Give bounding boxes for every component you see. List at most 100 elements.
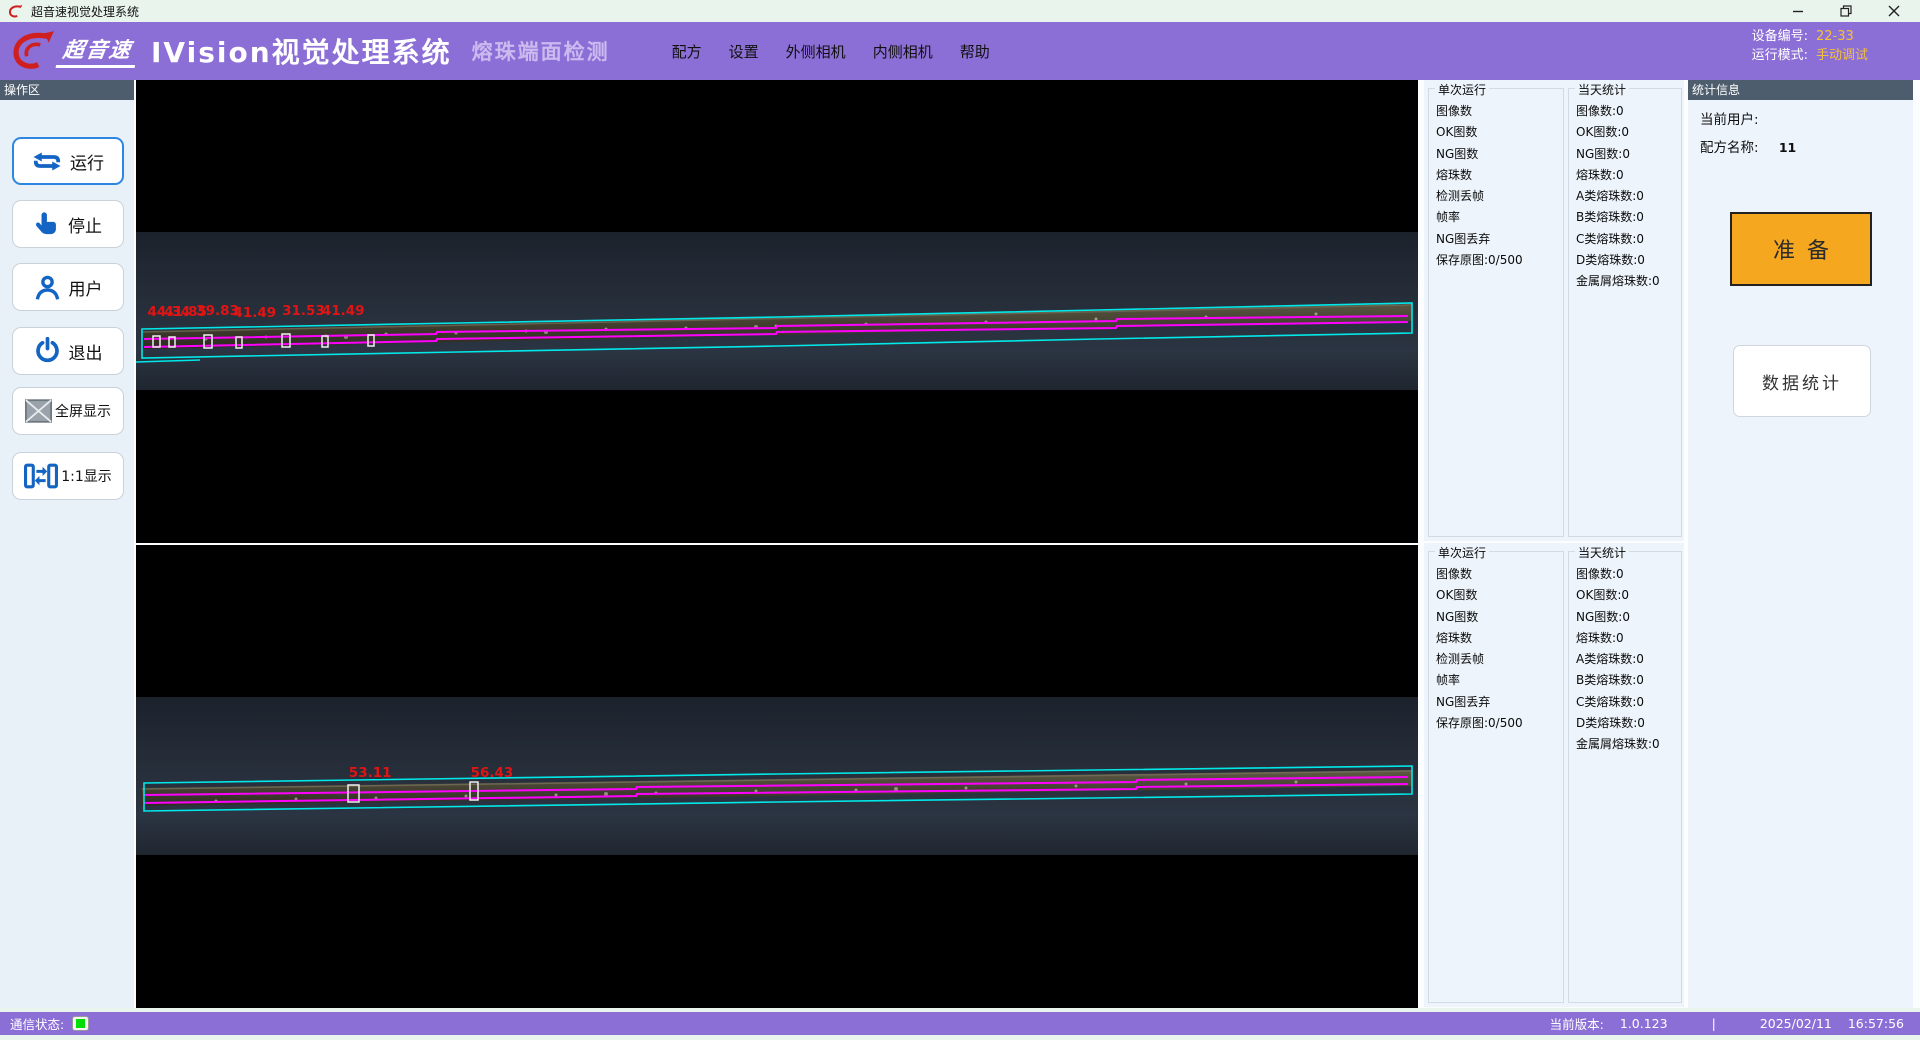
info-panel: 统计信息 当前用户: 配方名称: 11 准备 数据统计 [1688,80,1913,1008]
measurement-label: 53.11 [349,767,392,781]
status-date: 2025/02/11 [1760,1016,1832,1031]
daily-stats-rows: 图像数:0OK图数:0NG图数:0熔珠数:0A类熔珠数:0B类熔珠数:0C类熔珠… [1569,89,1681,293]
stop-button-label: 停止 [68,212,102,237]
menu-inner-camera[interactable]: 内侧相机 [873,41,933,62]
menu-help[interactable]: 帮助 [960,41,990,62]
menu-recipe[interactable]: 配方 [672,41,702,62]
run-button[interactable]: 运行 [12,137,124,185]
daily-stats-rows: 图像数:0OK图数:0NG图数:0熔珠数:0A类熔珠数:0B类熔珠数:0C类熔珠… [1569,552,1681,756]
stat-row: NG图丢弃 [1429,692,1563,713]
groupbox-title: 当天统计 [1575,544,1629,561]
fullscreen-button[interactable]: 全屏显示 [12,387,124,435]
hand-click-icon [34,211,60,238]
fullscreen-icon [25,399,52,423]
exit-button[interactable]: 退出 [12,327,124,375]
fullscreen-button-label: 全屏显示 [55,401,111,421]
stat-row: 熔珠数 [1429,628,1563,649]
one-to-one-button-label: 1:1显示 [61,466,112,486]
device-number-label: 设备编号: [1752,29,1808,44]
run-mode-value: 手动调试 [1816,48,1868,63]
swap-arrows-icon [32,150,62,173]
window-title: 超音速视觉处理系统 [31,3,139,20]
measurement-label: 56.43 [471,767,514,781]
stat-row: OK图数:0 [1569,122,1681,143]
stat-row: B类熔珠数:0 [1569,670,1681,691]
measurement-label: 31.53 [282,305,325,319]
main-menu: 配方 设置 外侧相机 内侧相机 帮助 [672,41,990,62]
one-to-one-button[interactable]: 1:1显示 [12,452,124,500]
user-button-label: 用户 [69,275,103,300]
current-user-label: 当前用户: [1700,112,1759,128]
stat-row: OK图数:0 [1569,585,1681,606]
one-to-one-icon [24,463,58,489]
single-run-groupbox: 单次运行 图像数OK图数NG图数熔珠数检测丢帧帧率NG图丢弃保存原图:0/500 [1428,88,1564,537]
daily-stats-groupbox: 当天统计 图像数:0OK图数:0NG图数:0熔珠数:0A类熔珠数:0B类熔珠数:… [1568,88,1682,537]
stat-row: 帧率 [1429,207,1563,228]
stat-row: NG图数:0 [1569,607,1681,628]
stats-panel-inner: 单次运行 图像数OK图数NG图数熔珠数检测丢帧帧率NG图丢弃保存原图:0/500… [1424,543,1684,1007]
app-header: 超音速 IVision视觉处理系统 熔珠端面检测 配方 设置 外侧相机 内侧相机… [0,22,1920,80]
user-button[interactable]: 用户 [12,263,124,311]
user-icon [34,274,61,301]
stat-row: NG图丢弃 [1429,229,1563,250]
outer-camera-view[interactable]: 44.3441.8539.8341.4931.5341.49 [136,80,1418,543]
run-button-label: 运行 [70,149,104,174]
stat-row: D类熔珠数:0 [1569,713,1681,734]
stat-row: 图像数:0 [1569,564,1681,585]
stat-row: 检测丢帧 [1429,186,1563,207]
app-title: IVision视觉处理系统 [151,31,452,71]
comm-status-indicator [72,1016,89,1031]
data-statistics-button[interactable]: 数据统计 [1733,345,1871,417]
groupbox-title: 单次运行 [1435,544,1489,561]
menu-settings[interactable]: 设置 [729,41,759,62]
stat-row: 图像数:0 [1569,101,1681,122]
single-run-rows: 图像数OK图数NG图数熔珠数检测丢帧帧率NG图丢弃保存原图:0/500 [1429,89,1563,271]
device-info: 设备编号: 22-33 运行模式: 手动调试 [1752,27,1868,65]
app-logo-icon [8,4,23,19]
close-icon[interactable] [1888,5,1900,17]
exit-button-label: 退出 [69,339,103,364]
stat-row: A类熔珠数:0 [1569,186,1681,207]
brand-name: 超音速 [56,34,140,68]
stat-row: 保存原图:0/500 [1429,713,1563,734]
operation-area-title: 操作区 [0,80,134,100]
minimize-icon[interactable] [1792,5,1804,17]
run-mode-label: 运行模式: [1752,48,1808,63]
window-controls [1792,5,1912,17]
stat-row: 金属屑熔珠数:0 [1569,734,1681,755]
app-subtitle: 熔珠端面检测 [472,36,610,66]
inner-camera-view[interactable]: 53.11 56.43 [136,545,1418,1008]
ready-button[interactable]: 准备 [1730,212,1872,286]
power-icon [34,337,61,365]
single-run-rows: 图像数OK图数NG图数熔珠数检测丢帧帧率NG图丢弃保存原图:0/500 [1429,552,1563,734]
stat-row: 图像数 [1429,564,1563,585]
stat-row: 熔珠数:0 [1569,628,1681,649]
status-separator: | [1712,1016,1716,1031]
stat-row: B类熔珠数:0 [1569,207,1681,228]
menu-outer-camera[interactable]: 外侧相机 [786,41,846,62]
status-time: 16:57:56 [1848,1016,1904,1031]
stat-row: C类熔珠数:0 [1569,229,1681,250]
device-number-value: 22-33 [1816,29,1854,44]
version-label: 当前版本: [1550,1014,1604,1033]
comm-status-label: 通信状态: [10,1014,64,1033]
measurement-label: 41.49 [233,307,276,321]
status-bar-right: 当前版本: 1.0.123 | 2025/02/11 16:57:56 [1550,1014,1910,1033]
info-panel-title: 统计信息 [1688,80,1913,100]
stat-row: C类熔珠数:0 [1569,692,1681,713]
stat-row: 保存原图:0/500 [1429,250,1563,271]
status-bar: 通信状态: 当前版本: 1.0.123 | 2025/02/11 16:57:5… [0,1012,1920,1035]
window-titlebar: 超音速视觉处理系统 [0,0,1920,22]
stat-row: 金属屑熔珠数:0 [1569,271,1681,292]
inner-camera-overlay [136,545,1418,1008]
recipe-name-label: 配方名称: [1700,140,1759,156]
operation-sidebar: 操作区 运行 停止 用户 [0,80,134,1008]
app-window: 超音速视觉处理系统 超音速 IVision视觉处理系统 熔珠端面检测 配方 设置 [0,0,1920,1040]
stat-row: NG图数 [1429,144,1563,165]
groupbox-title: 单次运行 [1435,81,1489,98]
stat-row: 帧率 [1429,670,1563,691]
stat-row: OK图数 [1429,122,1563,143]
maximize-icon[interactable] [1840,5,1852,17]
stop-button[interactable]: 停止 [12,200,124,248]
stat-row: NG图数 [1429,607,1563,628]
